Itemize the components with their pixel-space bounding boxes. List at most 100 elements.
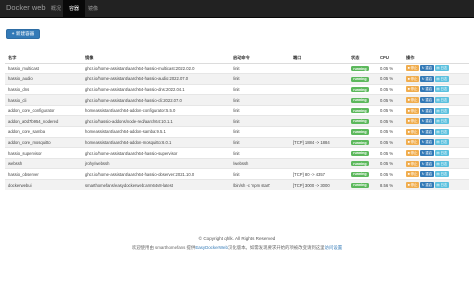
logs-button[interactable]: ▤ 日志 [434,150,449,157]
restart-button[interactable]: ↻ 重启 [419,171,434,178]
stop-button[interactable]: ■ 停止 [406,139,419,146]
stop-button[interactable]: ■ 停止 [406,160,419,167]
logs-label: 日志 [440,76,448,81]
container-command: /webssh [230,157,290,169]
restart-button[interactable]: ↻ 重启 [419,150,434,157]
restart-label: 重启 [425,183,433,188]
container-name: hassio_observer [5,168,82,180]
table-row: hassio_supervisor ghcr.io/home-assistant/… [5,147,469,159]
logs-button[interactable]: ▤ 日志 [434,182,449,189]
container-ports [290,104,348,116]
stop-button[interactable]: ■ 停止 [406,118,419,125]
logs-button[interactable]: ▤ 日志 [434,97,449,104]
stop-button[interactable]: ■ 停止 [406,86,419,93]
logs-button[interactable]: ▤ 日志 [434,139,449,146]
logs-button[interactable]: ▤ 日志 [434,160,449,167]
easydockerweb-link[interactable]: EasyDockerWeb [195,245,228,250]
container-image: ghcr.io/home-assistant/aarch64-hassio-au… [82,73,230,85]
restart-button[interactable]: ↻ 重启 [419,97,434,104]
container-status-cell: running [348,62,377,74]
restart-label: 重启 [425,87,433,92]
container-actions: ■ 停止 ↻ 重启 ▤ 日志 [403,179,469,191]
container-actions: ■ 停止 ↻ 重启 ▤ 日志 [403,83,469,95]
restart-label: 重启 [425,66,433,71]
logs-button[interactable]: ▤ 日志 [434,75,449,82]
container-image: ghcr.io/home-assistant/aarch64-hassio-cl… [82,94,230,106]
nav-item-images[interactable]: 镜像 [82,0,104,18]
logs-label: 日志 [440,151,448,156]
logs-button[interactable]: ▤ 日志 [434,118,449,125]
footer-copyright: © Copyright qhlk. All Rights Reserved [198,236,276,241]
logs-label: 日志 [440,98,448,103]
create-container-button[interactable]: + 新建容器 [6,29,40,39]
stop-button[interactable]: ■ 停止 [406,107,419,114]
restart-button[interactable]: ↻ 重启 [419,118,434,125]
stop-button[interactable]: ■ 停止 [406,182,419,189]
restart-button[interactable]: ↻ 重启 [419,65,434,72]
settings-link[interactable]: 访问设置 [325,245,343,250]
refresh-icon: ↻ [421,98,425,103]
logs-button[interactable]: ▤ 日志 [434,86,449,93]
refresh-icon: ↻ [421,140,425,145]
container-status-cell: running [348,83,377,95]
restart-button[interactable]: ↻ 重启 [419,75,434,82]
stop-label: 停止 [410,151,418,156]
container-name: addon_core_mosquitto [5,136,82,148]
logs-button[interactable]: ▤ 日志 [434,65,449,72]
refresh-icon: ↻ [421,172,425,177]
container-cpu: 0.05 % [377,104,403,116]
container-cpu: 0.05 % [377,147,403,159]
container-command: /init [230,83,290,95]
logs-label: 日志 [440,87,448,92]
container-command: /init [230,168,290,180]
restart-button[interactable]: ↻ 重启 [419,107,434,114]
stop-button[interactable]: ■ 停止 [406,128,419,135]
restart-button[interactable]: ↻ 重启 [419,128,434,135]
container-actions: ■ 停止 ↻ 重启 ▤ 日志 [403,73,469,85]
container-ports [290,147,348,159]
stop-label: 停止 [410,87,418,92]
container-status-cell: running [348,157,377,169]
stop-button[interactable]: ■ 停止 [406,75,419,82]
col-header-name: 名字 [5,53,82,64]
container-name: hassio_supervisor [5,147,82,159]
restart-button[interactable]: ↻ 重启 [419,160,434,167]
restart-label: 重启 [425,151,433,156]
container-actions: ■ 停止 ↻ 重启 ▤ 日志 [403,136,469,148]
logs-label: 日志 [440,66,448,71]
refresh-icon: ↻ [421,183,425,188]
container-actions: ■ 停止 ↻ 重启 ▤ 日志 [403,147,469,159]
stop-icon: ■ [407,151,410,156]
table-row: hassio_audio ghcr.io/home-assistant/aarch… [5,73,469,85]
restart-button[interactable]: ↻ 重启 [419,86,434,93]
container-image: smarthomefans/easydockerweb:arm64v8-late… [82,179,230,191]
container-cpu: 0.05 % [377,115,403,127]
restart-button[interactable]: ↻ 重启 [419,139,434,146]
logs-button[interactable]: ▤ 日志 [434,171,449,178]
footer-notice: 欢迎使用由 smarthomefans 提供EasyDockerWeb汉化版本。… [0,245,474,251]
stop-icon: ■ [407,129,410,134]
stop-icon: ■ [407,140,410,145]
restart-label: 重启 [425,140,433,145]
refresh-icon: ↻ [421,87,425,92]
container-name: hassio_audio [5,73,82,85]
restart-button[interactable]: ↻ 重启 [419,182,434,189]
stop-button[interactable]: ■ 停止 [406,97,419,104]
stop-button[interactable]: ■ 停止 [406,65,419,72]
container-name: dockerwebui [5,179,82,191]
container-name: hassio_dns [5,83,82,95]
brand-logo[interactable]: Docker web [6,3,46,12]
logs-button[interactable]: ▤ 日志 [434,128,449,135]
logs-button[interactable]: ▤ 日志 [434,107,449,114]
stop-label: 停止 [410,119,418,124]
container-actions: ■ 停止 ↻ 重启 ▤ 日志 [403,94,469,106]
comment-icon: ▤ [436,108,440,113]
restart-label: 重启 [425,76,433,81]
stop-label: 停止 [410,161,418,166]
table-row: webssh jrohy/webssh/webssh running 0.05 % ■ … [5,157,469,169]
container-command: /init [230,115,290,127]
stop-button[interactable]: ■ 停止 [406,171,419,178]
stop-button[interactable]: ■ 停止 [406,150,419,157]
restart-label: 重启 [425,119,433,124]
container-command: /init [230,136,290,148]
